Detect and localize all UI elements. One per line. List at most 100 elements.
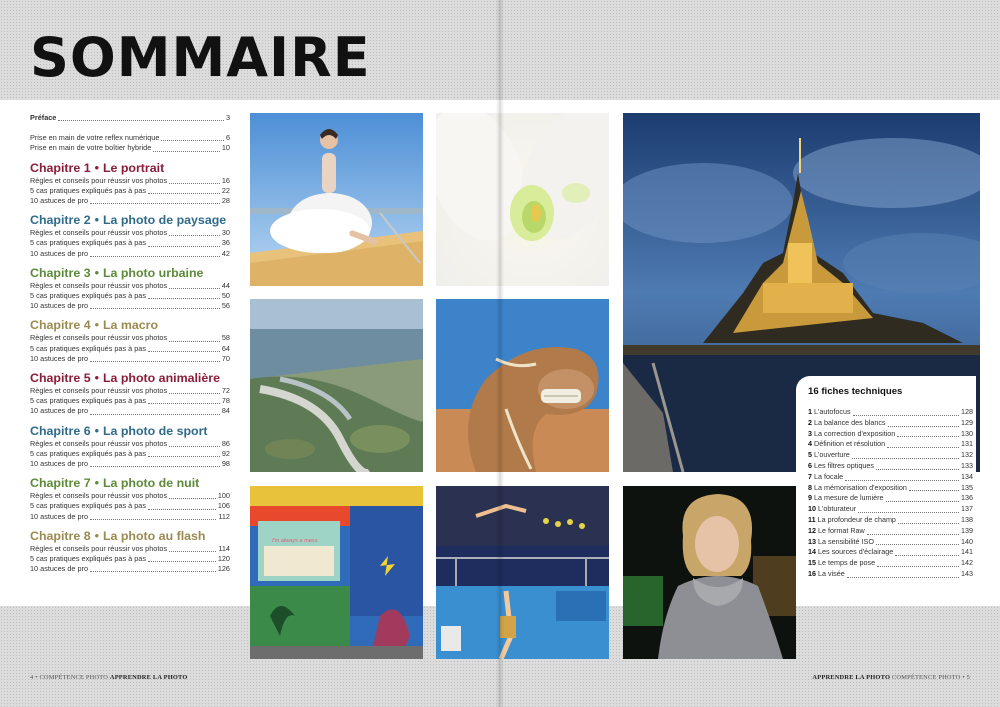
toc-intro-entry[interactable]: Prise en main de votre boîtier hybride 10 xyxy=(30,143,230,153)
toc-chapter-entry[interactable]: Règles et conseils pour réussir vos phot… xyxy=(30,281,230,291)
dot-leader xyxy=(90,518,217,520)
toc-chapter-entry[interactable]: 5 cas pratiques expliqués pas à pas 92 xyxy=(30,449,230,459)
technical-sheet-item[interactable]: 5 L'ouverture 132 xyxy=(808,450,973,461)
technical-sheet-item[interactable]: 10 L'obturateur 137 xyxy=(808,504,973,515)
photo-portrait-bride-image xyxy=(250,113,423,286)
chapter-bullet: • xyxy=(94,160,99,175)
page-spine xyxy=(496,0,504,707)
toc-chapter-entry[interactable]: 5 cas pratiques expliqués pas à pas 50 xyxy=(30,291,230,301)
toc-chapter-entry[interactable]: 10 astuces de pro 98 xyxy=(30,459,230,469)
chapter-bullet: • xyxy=(94,371,99,386)
technical-sheet-number: 16 xyxy=(808,568,816,578)
footer-left: 4 • COMPÉTENCE PHOTO APPRENDRE LA PHOTO xyxy=(30,674,188,681)
toc-entry-label: 5 cas pratiques expliqués pas à pas xyxy=(30,185,147,195)
toc-chapter-entry[interactable]: 5 cas pratiques expliqués pas à pas 36 xyxy=(30,238,230,248)
toc-preface[interactable]: Préface 3 xyxy=(30,113,230,123)
technical-sheet-item[interactable]: 6 Les filtres optiques 133 xyxy=(808,461,973,472)
toc-chapter-entry[interactable]: 10 astuces de pro 28 xyxy=(30,196,230,206)
technical-sheet-number: 3 xyxy=(808,428,812,438)
toc-entry-label: 5 cas pratiques expliqués pas à pas xyxy=(30,448,147,458)
chapter-bullet: • xyxy=(94,423,99,438)
toc-chapter-entry[interactable]: 10 astuces de pro 126 xyxy=(30,564,230,574)
chapter-heading[interactable]: Chapitre 2 • La photo de paysage xyxy=(30,212,230,228)
technical-sheet-page: 128 xyxy=(961,407,973,416)
toc-chapter-entry[interactable]: 10 astuces de pro 84 xyxy=(30,406,230,416)
technical-sheet-item[interactable]: 13 La sensibilité ISO 140 xyxy=(808,537,973,548)
toc-chapter-entry[interactable]: Règles et conseils pour réussir vos phot… xyxy=(30,386,230,396)
dot-leader xyxy=(169,551,217,553)
technical-sheet-item[interactable]: 7 La focale 134 xyxy=(808,472,973,483)
technical-sheet-number: 5 xyxy=(808,450,812,460)
toc-entry-page: 58 xyxy=(221,333,230,343)
toc-chapter-entry[interactable]: Règles et conseils pour réussir vos phot… xyxy=(30,333,230,343)
toc-chapter-entry[interactable]: 10 astuces de pro 56 xyxy=(30,301,230,311)
dot-leader xyxy=(58,120,224,122)
toc-chapter-entry[interactable]: Règles et conseils pour réussir vos phot… xyxy=(30,228,230,238)
toc-entry-label: 10 astuces de pro xyxy=(30,196,89,206)
photo-flash-portrait xyxy=(623,486,796,659)
toc-chapter-entry[interactable]: Règles et conseils pour réussir vos phot… xyxy=(30,439,230,449)
toc-chapter-entry[interactable]: 5 cas pratiques expliqués pas à pas 64 xyxy=(30,344,230,354)
technical-sheet-page: 138 xyxy=(961,514,973,524)
technical-sheet-item[interactable]: 15 Le temps de pose 142 xyxy=(808,558,973,569)
technical-sheet-number: 14 xyxy=(808,547,816,557)
toc-chapter-entry[interactable]: 10 astuces de pro 112 xyxy=(30,512,230,522)
footer-right: APPRENDRE LA PHOTO COMPÉTENCE PHOTO • 5 xyxy=(812,674,970,681)
dot-leader xyxy=(887,447,959,449)
toc-chapter-entry[interactable]: 5 cas pratiques expliqués pas à pas 106 xyxy=(30,501,230,511)
dot-leader xyxy=(90,308,220,310)
photo-urban-street-art-image xyxy=(250,486,423,659)
technical-sheet-item[interactable]: 16 La visée 143 xyxy=(808,569,973,580)
chapter-number: Chapitre 2 xyxy=(30,213,91,228)
chapter-heading[interactable]: Chapitre 3 • La photo urbaine xyxy=(30,265,230,281)
chapter-heading[interactable]: Chapitre 7 • La photo de nuit xyxy=(30,475,230,491)
toc-entry-page: 22 xyxy=(221,185,230,195)
chapter-bullet: • xyxy=(94,318,99,333)
dot-leader xyxy=(90,255,220,257)
toc-chapter-entry[interactable]: Règles et conseils pour réussir vos phot… xyxy=(30,491,230,501)
technical-sheet-item[interactable]: 14 Les sources d'éclairage 141 xyxy=(808,547,973,558)
toc-chapter-entry[interactable]: Règles et conseils pour réussir vos phot… xyxy=(30,176,230,186)
toc-chapter-entry[interactable]: 10 astuces de pro 42 xyxy=(30,249,230,259)
toc-entry-page: 84 xyxy=(221,406,230,416)
toc-entry-page: 30 xyxy=(221,228,230,238)
chapter-heading[interactable]: Chapitre 5 • La photo animalière xyxy=(30,370,230,386)
toc-chapter-entry[interactable]: 5 cas pratiques expliqués pas à pas 120 xyxy=(30,554,230,564)
toc-entry-page: 100 xyxy=(217,491,230,501)
toc-entry-label: Préface xyxy=(30,113,57,122)
toc-entry-page: 78 xyxy=(221,396,230,406)
toc-chapter-entry[interactable]: 10 astuces de pro 70 xyxy=(30,354,230,364)
technical-sheet-item[interactable]: 12 Le format Raw 139 xyxy=(808,526,973,537)
toc-chapter-entry[interactable]: 5 cas pratiques expliqués pas à pas 78 xyxy=(30,396,230,406)
toc-entry-label: 10 astuces de pro xyxy=(30,406,89,416)
technical-sheet-page: 135 xyxy=(961,482,973,492)
toc-chapter-entry[interactable]: Règles et conseils pour réussir vos phot… xyxy=(30,544,230,554)
technical-sheet-item[interactable]: 1 L'autofocus 128 xyxy=(808,407,973,418)
technical-sheet-number: 9 xyxy=(808,493,812,503)
technical-sheet-item[interactable]: 9 La mesure de lumière 136 xyxy=(808,493,973,504)
toc-entry-page: 92 xyxy=(221,448,230,458)
chapter-heading[interactable]: Chapitre 6 • La photo de sport xyxy=(30,423,230,439)
toc-chapter-entry[interactable]: 5 cas pratiques expliqués pas à pas 22 xyxy=(30,186,230,196)
toc-intro-entry[interactable]: Prise en main de votre reflex numérique 6 xyxy=(30,133,230,143)
technical-sheet-item[interactable]: 3 La correction d'exposition 130 xyxy=(808,429,973,440)
dot-leader xyxy=(877,565,959,567)
technical-sheet-item[interactable]: 2 La balance des blancs 129 xyxy=(808,418,973,429)
toc-entry-label: 5 cas pratiques expliqués pas à pas xyxy=(30,554,147,564)
chapter-number: Chapitre 1 xyxy=(30,160,91,175)
chapter-heading[interactable]: Chapitre 4 • La macro xyxy=(30,317,230,333)
footer-left-magazine: COMPÉTENCE PHOTO xyxy=(39,674,109,681)
technical-sheet-item[interactable]: 11 La profondeur de champ 138 xyxy=(808,515,973,526)
chapter-name: La photo de sport xyxy=(102,423,208,438)
technical-sheet-item[interactable]: 8 La mémorisation d'exposition 135 xyxy=(808,483,973,494)
toc-entry-label: 5 cas pratiques expliqués pas à pas xyxy=(30,238,147,248)
chapter-heading[interactable]: Chapitre 1 • Le portrait xyxy=(30,160,230,176)
technical-sheet-page: 133 xyxy=(961,460,973,470)
technical-sheet-label: La profondeur de champ xyxy=(817,514,896,524)
chapter-heading[interactable]: Chapitre 8 • La photo au flash xyxy=(30,528,230,544)
toc-entry-page: 42 xyxy=(221,248,230,258)
technical-sheet-page: 129 xyxy=(961,417,973,427)
technical-sheet-page: 130 xyxy=(961,428,973,438)
technical-sheet-item[interactable]: 4 Définition et résolution 131 xyxy=(808,439,973,450)
shop-sign-text: I'm always a mess xyxy=(272,538,318,544)
